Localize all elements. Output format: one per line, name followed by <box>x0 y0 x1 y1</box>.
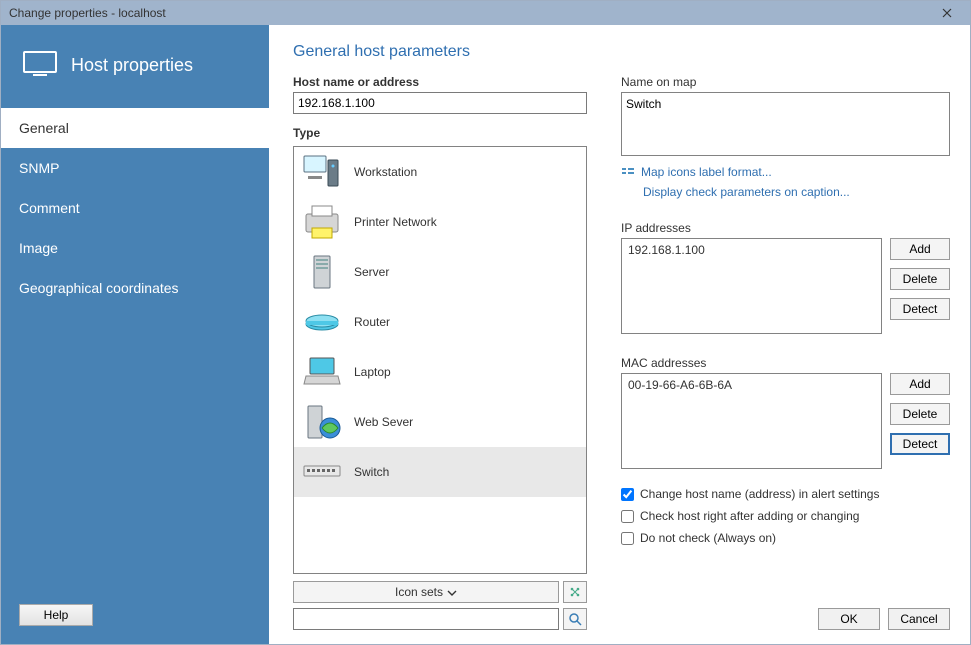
footer: OK Cancel <box>621 592 950 630</box>
checkbox[interactable] <box>621 532 634 545</box>
ip-item[interactable]: 192.168.1.100 <box>628 243 875 257</box>
type-search-row <box>293 608 587 630</box>
ok-button[interactable]: OK <box>818 608 880 630</box>
link-map-icons[interactable]: Map icons label format... <box>621 165 950 179</box>
icon-sets-button[interactable]: Icon sets <box>293 581 559 603</box>
checkbox[interactable] <box>621 510 634 523</box>
webserver-icon <box>300 402 344 442</box>
checkbox-label: Do not check (Always on) <box>640 531 776 545</box>
mac-row: 00-19-66-A6-6B-6A Add Delete Detect <box>621 373 950 469</box>
type-item-webserver[interactable]: Web Sever <box>294 397 586 447</box>
check-change-host-name[interactable]: Change host name (address) in alert sett… <box>621 487 950 501</box>
laptop-icon <box>300 352 344 392</box>
sidebar-item-comment[interactable]: Comment <box>1 188 269 228</box>
sidebar-item-label: Comment <box>19 200 80 216</box>
main-panel: General host parameters Host name or add… <box>269 25 970 644</box>
mac-detect-button[interactable]: Detect <box>890 433 950 455</box>
type-item-label: Laptop <box>354 365 391 379</box>
columns: Host name or address Type Workstation Pr… <box>293 75 950 630</box>
type-item-label: Printer Network <box>354 215 437 229</box>
printer-icon <box>300 202 344 242</box>
mac-label: MAC addresses <box>621 356 950 370</box>
type-search-button[interactable] <box>563 608 587 630</box>
titlebar: Change properties - localhost <box>1 1 970 25</box>
sidebar-item-label: General <box>19 120 69 136</box>
name-on-map-label: Name on map <box>621 75 950 89</box>
gear-dots-icon <box>568 585 582 599</box>
chevron-down-icon <box>447 585 457 599</box>
column-left: Host name or address Type Workstation Pr… <box>293 75 587 630</box>
checkbox-label: Check host right after adding or changin… <box>640 509 859 523</box>
column-right: Name on map Map icons label format... Di… <box>621 75 950 630</box>
sidebar-item-general[interactable]: General <box>1 108 269 148</box>
mac-add-button[interactable]: Add <box>890 373 950 395</box>
router-icon <box>300 302 344 342</box>
type-item-label: Web Sever <box>354 415 413 429</box>
type-item-label: Switch <box>354 465 389 479</box>
ip-buttons: Add Delete Detect <box>890 238 950 334</box>
switch-icon <box>300 452 344 492</box>
host-input[interactable] <box>293 92 587 114</box>
checkbox[interactable] <box>621 488 634 501</box>
name-on-map-input[interactable] <box>621 92 950 156</box>
type-item-printer[interactable]: Printer Network <box>294 197 586 247</box>
check-host-after-add[interactable]: Check host right after adding or changin… <box>621 509 950 523</box>
ip-row: 192.168.1.100 Add Delete Detect <box>621 238 950 334</box>
icon-config-button[interactable] <box>563 581 587 603</box>
help-button[interactable]: Help <box>19 604 93 626</box>
search-icon <box>568 612 582 626</box>
type-item-laptop[interactable]: Laptop <box>294 347 586 397</box>
mac-buttons: Add Delete Detect <box>890 373 950 469</box>
type-item-server[interactable]: Server <box>294 247 586 297</box>
mac-delete-button[interactable]: Delete <box>890 403 950 425</box>
checkbox-label: Change host name (address) in alert sett… <box>640 487 879 501</box>
format-icon <box>621 165 635 179</box>
icon-sets-label: Icon sets <box>395 585 443 599</box>
server-icon <box>300 252 344 292</box>
ip-add-button[interactable]: Add <box>890 238 950 260</box>
type-item-switch[interactable]: Switch <box>294 447 586 497</box>
dialog-body: Host properties General SNMP Comment Ima… <box>1 25 970 644</box>
sidebar-item-geo[interactable]: Geographical coordinates <box>1 268 269 308</box>
sidebar: Host properties General SNMP Comment Ima… <box>1 25 269 644</box>
sidebar-item-snmp[interactable]: SNMP <box>1 148 269 188</box>
type-item-label: Router <box>354 315 390 329</box>
sidebar-item-label: Image <box>19 240 58 256</box>
sidebar-item-label: Geographical coordinates <box>19 280 179 296</box>
link-display-check[interactable]: Display check parameters on caption... <box>643 185 950 199</box>
mac-item[interactable]: 00-19-66-A6-6B-6A <box>628 378 875 392</box>
spacer <box>621 545 950 592</box>
close-button[interactable] <box>932 2 962 24</box>
monitor-icon <box>23 51 57 80</box>
icon-sets-row: Icon sets <box>293 581 587 603</box>
check-do-not-check[interactable]: Do not check (Always on) <box>621 531 950 545</box>
type-item-label: Server <box>354 265 389 279</box>
sidebar-item-image[interactable]: Image <box>1 228 269 268</box>
type-item-label: Workstation <box>354 165 417 179</box>
ip-label: IP addresses <box>621 221 950 235</box>
type-item-router[interactable]: Router <box>294 297 586 347</box>
page-title: General host parameters <box>293 43 950 61</box>
ip-list[interactable]: 192.168.1.100 <box>621 238 882 334</box>
close-icon <box>942 8 952 18</box>
type-search-input[interactable] <box>293 608 559 630</box>
type-item-workstation[interactable]: Workstation <box>294 147 586 197</box>
link-text: Display check parameters on caption... <box>643 185 850 199</box>
link-text: Map icons label format... <box>641 165 772 179</box>
sidebar-items: General SNMP Comment Image Geographical … <box>1 108 269 308</box>
sidebar-spacer <box>1 308 269 586</box>
ip-delete-button[interactable]: Delete <box>890 268 950 290</box>
type-label: Type <box>293 126 587 140</box>
mac-list[interactable]: 00-19-66-A6-6B-6A <box>621 373 882 469</box>
host-label: Host name or address <box>293 75 587 89</box>
sidebar-header: Host properties <box>1 25 269 108</box>
window-title: Change properties - localhost <box>9 6 932 20</box>
cancel-button[interactable]: Cancel <box>888 608 950 630</box>
type-list[interactable]: Workstation Printer Network Server <box>293 146 587 574</box>
workstation-icon <box>300 152 344 192</box>
ip-detect-button[interactable]: Detect <box>890 298 950 320</box>
sidebar-item-label: SNMP <box>19 160 59 176</box>
dialog-window: Change properties - localhost Host prope… <box>0 0 971 645</box>
sidebar-title: Host properties <box>71 55 193 76</box>
